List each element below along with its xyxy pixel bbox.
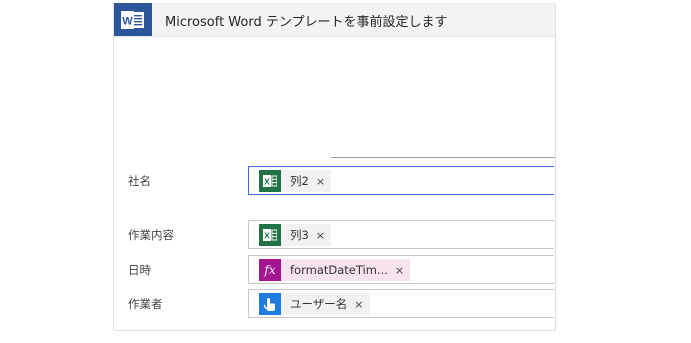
svg-text:W: W bbox=[122, 16, 133, 28]
field-label-datetime: 日時 bbox=[128, 263, 151, 277]
field-label-company: 社名 bbox=[128, 174, 151, 188]
svg-text:X: X bbox=[264, 231, 270, 241]
field-label-task: 作業内容 bbox=[128, 228, 174, 242]
field-divider bbox=[331, 157, 555, 158]
word-app-tile: W bbox=[114, 3, 152, 36]
remove-token-button[interactable]: × bbox=[316, 175, 325, 188]
remove-token-button[interactable]: × bbox=[354, 298, 363, 311]
dynamic-content-token[interactable]: X 列3 × bbox=[259, 224, 332, 246]
token-label: 列3 bbox=[290, 228, 309, 242]
task-field[interactable]: X 列3 × bbox=[248, 220, 554, 249]
company-field[interactable]: X 列2 × bbox=[248, 166, 554, 195]
token-label: ユーザー名 bbox=[290, 297, 348, 311]
svg-text:X: X bbox=[264, 177, 270, 187]
word-icon: W bbox=[121, 11, 144, 29]
action-title: Microsoft Word テンプレートを事前設定します bbox=[165, 15, 448, 30]
token-label: formatDateTim... bbox=[290, 263, 388, 277]
excel-icon: X bbox=[259, 224, 281, 246]
action-card: W Microsoft Word テンプレートを事前設定します 社名 X 列2 … bbox=[113, 3, 556, 331]
field-label-worker: 作業者 bbox=[128, 297, 163, 311]
fx-icon: fx bbox=[259, 259, 281, 281]
remove-token-button[interactable]: × bbox=[316, 229, 325, 242]
remove-token-button[interactable]: × bbox=[395, 264, 404, 277]
datetime-field[interactable]: fx formatDateTim... × bbox=[248, 255, 554, 284]
token-label: 列2 bbox=[290, 174, 309, 188]
dynamic-content-token[interactable]: X 列2 × bbox=[259, 170, 332, 192]
worker-field[interactable]: ユーザー名 × bbox=[248, 289, 554, 318]
touch-icon bbox=[259, 293, 281, 315]
action-header[interactable]: W Microsoft Word テンプレートを事前設定します bbox=[114, 3, 555, 37]
expression-token[interactable]: fx formatDateTim... × bbox=[259, 259, 411, 281]
dynamic-content-token[interactable]: ユーザー名 × bbox=[259, 293, 370, 315]
excel-icon: X bbox=[259, 170, 281, 192]
